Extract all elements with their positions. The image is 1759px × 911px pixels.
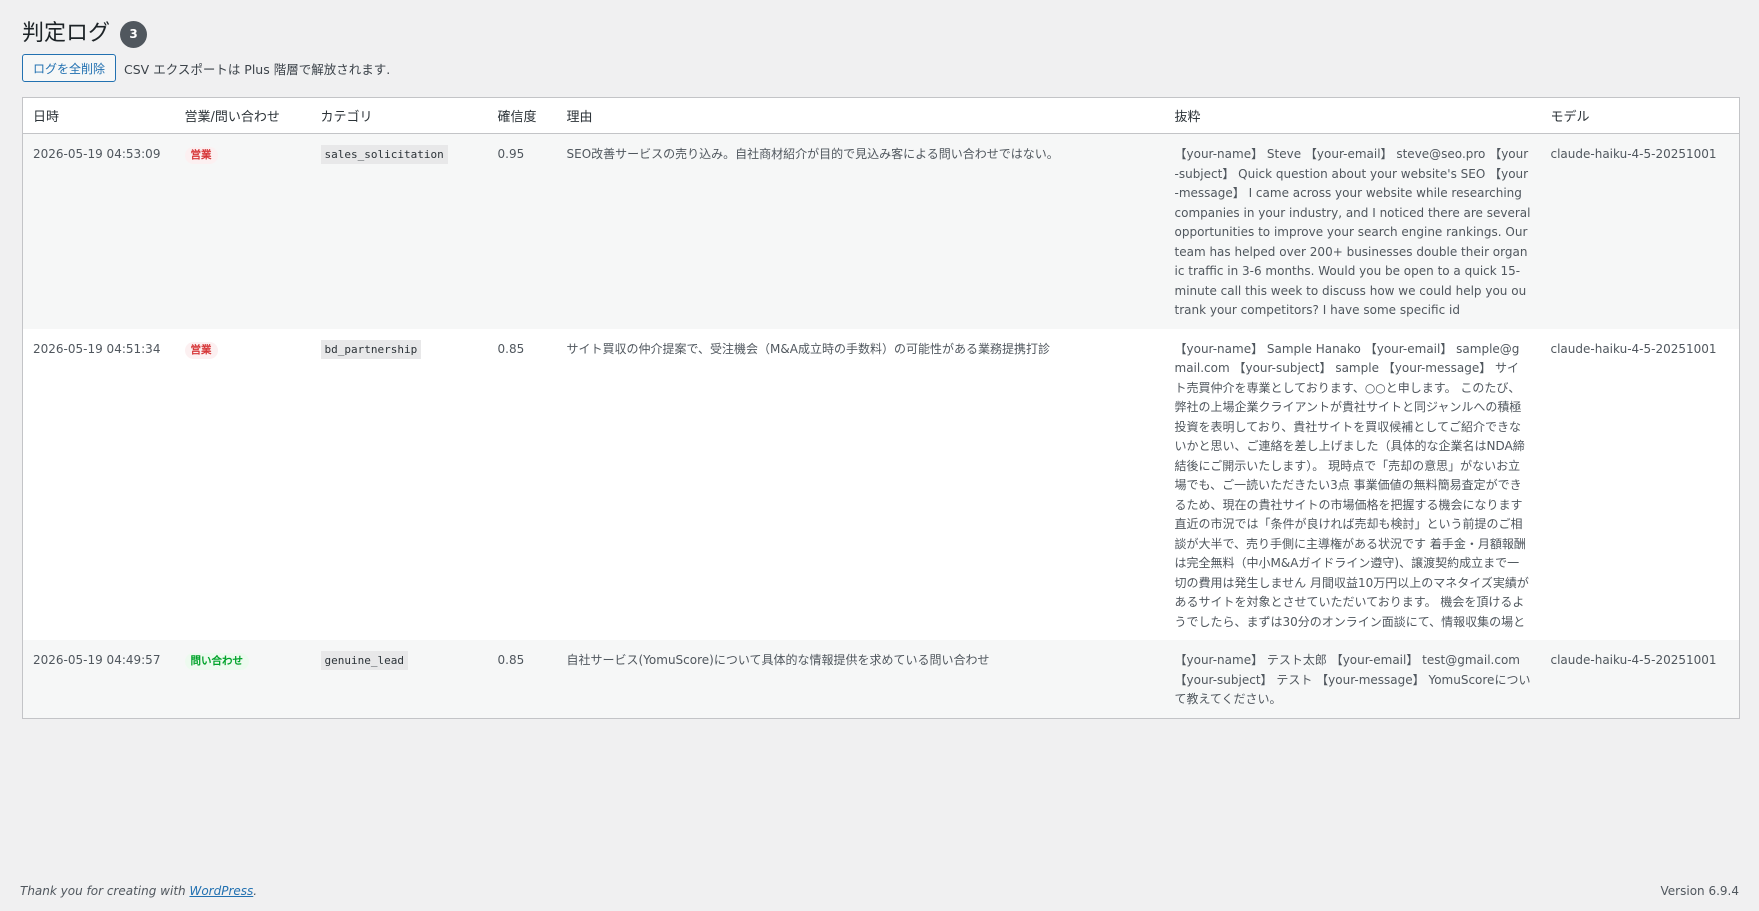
cell-model: claude-haiku-4-5-20251001 — [1540, 640, 1740, 718]
column-header-datetime: 日時 — [22, 97, 175, 134]
cell-category: bd_partnership — [311, 329, 488, 641]
log-table: 日時 営業/問い合わせ カテゴリ 確信度 理由 抜粋 モデル 2026-05-1… — [22, 97, 1740, 719]
column-header-type: 営業/問い合わせ — [174, 97, 311, 134]
cell-datetime: 2026-05-19 04:53:09 — [22, 133, 175, 329]
category-code: genuine_lead — [320, 651, 408, 670]
column-header-category: カテゴリ — [310, 97, 488, 134]
column-header-reason: 理由 — [556, 97, 1165, 134]
footer-thanks: Thank you for creating with WordPress. — [20, 884, 257, 898]
cell-reason: サイト買収の仲介提案で、受注機会（M&A成立時の手数料）の可能性がある業務提携打… — [566, 341, 1050, 356]
delete-all-logs-button[interactable]: ログを全削除 — [22, 54, 117, 82]
cell-reason: SEO改善サービスの売り込み。自社商材紹介が目的で見込み客による問い合わせではな… — [556, 133, 1165, 329]
count-badge: 3 — [120, 20, 148, 48]
type-badge-sales: 営業 — [184, 341, 218, 359]
cell-reason: 自社サービス(YomuScore)について具体的な情報提供を求めている問い合わせ — [556, 640, 1165, 718]
footer-thanks-suffix: . — [253, 884, 258, 898]
cell-confidence: 0.95 — [487, 133, 557, 329]
footer-thanks-prefix: Thank you for creating with — [20, 884, 190, 898]
csv-export-note: CSV エクスポートは Plus 階層で解放されます. — [124, 61, 391, 77]
category-code: sales_solicitation — [320, 145, 448, 164]
wordpress-link[interactable]: WordPress — [189, 884, 253, 898]
type-badge-inquiry: 問い合わせ — [184, 653, 249, 670]
column-header-excerpt: 抜粋 — [1164, 97, 1541, 134]
page-title: 判定ログ — [22, 21, 111, 46]
cell-category: genuine_lead — [310, 640, 488, 718]
cell-type: 営業 — [175, 329, 311, 641]
cell-type: 営業 — [174, 133, 311, 329]
cell-category: sales_solicitation — [310, 133, 488, 329]
cell-excerpt: 【your-name】 Sample Hanako 【your-email】 s… — [1174, 341, 1529, 629]
title-row: 判定ログ 3 — [22, 18, 1739, 50]
cell-excerpt: 【your-name】 Steve 【your-email】 steve@seo… — [1164, 133, 1541, 329]
table-header-row: 日時 営業/問い合わせ カテゴリ 確信度 理由 抜粋 モデル — [22, 97, 1740, 134]
column-header-confidence: 確信度 — [487, 97, 557, 134]
table-row: 2026-05-19 04:51:34 営業 bd_partnership 0.… — [23, 329, 1740, 641]
page-wrap: 判定ログ 3 ログを全削除 CSV エクスポートは Plus 階層で解放されます… — [22, 18, 1740, 719]
cell-confidence: 0.85 — [487, 640, 557, 718]
cell-excerpt: 【your-name】 テスト太郎 【your-email】 test@gmai… — [1164, 640, 1541, 718]
column-header-model: モデル — [1540, 97, 1740, 134]
cell-model: claude-haiku-4-5-20251001 — [1550, 341, 1717, 356]
category-code: bd_partnership — [320, 339, 422, 359]
cell-type: 問い合わせ — [174, 640, 311, 718]
footer-version: Version 6.9.4 — [1660, 884, 1739, 898]
table-row: 2026-05-19 04:53:09 営業 sales_solicitatio… — [22, 133, 1740, 329]
actions-row: ログを全削除 CSV エクスポートは Plus 階層で解放されます. — [22, 54, 1739, 82]
cell-datetime: 2026-05-19 04:51:34 — [33, 341, 161, 356]
cell-datetime: 2026-05-19 04:49:57 — [22, 640, 175, 718]
cell-confidence: 0.85 — [497, 341, 525, 356]
cell-model: claude-haiku-4-5-20251001 — [1540, 133, 1740, 329]
table-row: 2026-05-19 04:49:57 問い合わせ genuine_lead 0… — [22, 640, 1740, 718]
type-badge-sales: 営業 — [184, 147, 218, 164]
